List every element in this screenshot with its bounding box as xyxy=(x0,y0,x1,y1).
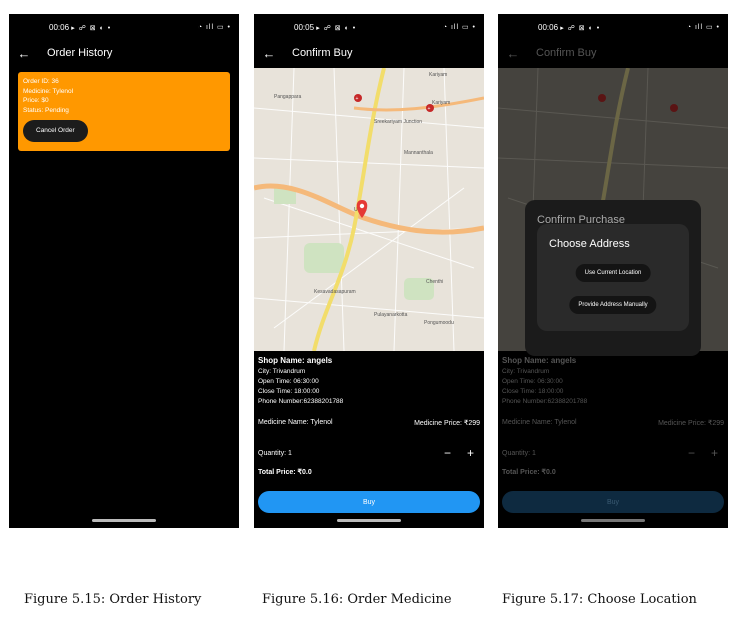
figure-caption: Figure 5.16: Order Medicine xyxy=(262,592,452,607)
shop-name: Shop Name: angels xyxy=(258,356,333,365)
medicine-row: Medicine Name: Tylenol Medicine Price: ₹… xyxy=(258,419,480,427)
svg-text:+: + xyxy=(356,96,359,102)
map-label: Pongumoodu xyxy=(424,320,454,326)
pharmacy-marker-icon: + xyxy=(426,104,434,112)
use-current-location-button[interactable]: Use Current Location xyxy=(575,264,651,282)
pharmacy-marker-icon xyxy=(670,104,678,112)
notification-icons: ▸ ☍ ⊠ ◐ • xyxy=(316,24,357,32)
choose-address-dialog: Choose Address Use Current Location Prov… xyxy=(537,224,689,331)
order-history-screen: 00:06 ▸ ☍ ⊠ ◐ • ◔ ıll ▭ • ← Order Histor… xyxy=(9,14,239,528)
minus-icon[interactable]: − xyxy=(444,446,451,460)
shop-phone: Phone Number:62388201788 xyxy=(502,398,588,405)
buy-button: Buy xyxy=(502,491,724,513)
figure-caption: Figure 5.15: Order History xyxy=(24,592,202,607)
quantity-stepper: − + xyxy=(444,446,474,460)
map-label: Kariyam xyxy=(429,72,447,78)
order-status: Status: Pending xyxy=(23,106,69,114)
quantity-label: Quantity: 1 xyxy=(502,449,536,457)
shop-open-time: Open Time: 06:30:00 xyxy=(502,378,563,385)
pharmacy-marker-icon: + xyxy=(354,94,362,102)
system-icons: ◔ ıll ▭ • xyxy=(197,24,231,31)
quantity-row: Quantity: 1 − + xyxy=(258,446,480,460)
map-view[interactable]: Kariyam Kariyam Sreekariyam Junction Pan… xyxy=(254,68,484,351)
provide-address-manually-button[interactable]: Provide Address Manually xyxy=(569,296,657,314)
quantity-stepper: − + xyxy=(688,446,718,460)
system-icons: ◔ ıll ▭ • xyxy=(442,24,476,31)
map-label: Pulayanarkotta xyxy=(374,312,408,318)
map-graphic: Kariyam Kariyam Sreekariyam Junction Pan… xyxy=(254,68,484,351)
figure-caption: Figure 5.17: Choose Location xyxy=(502,592,697,607)
confirm-buy-screen: 00:05 ▸ ☍ ⊠ ◐ • ◔ ıll ▭ • ← Confirm Buy xyxy=(254,14,484,528)
pharmacy-marker-icon xyxy=(598,94,606,102)
total-row: Total Price: ₹0.0 xyxy=(258,468,480,476)
shop-close-time: Close Time: 18:00:00 xyxy=(502,388,564,395)
back-arrow-icon: ← xyxy=(506,45,520,61)
status-time: 00:06 xyxy=(538,22,559,32)
quantity-row: Quantity: 1 − + xyxy=(502,446,724,460)
shop-close-time: Close Time: 18:00:00 xyxy=(258,388,320,395)
page-title: Confirm Buy xyxy=(292,47,353,59)
buy-button[interactable]: Buy xyxy=(258,491,480,513)
medicine-name: Medicine Name: Tylenol xyxy=(258,419,333,426)
shop-details: Shop Name: angels City: Trivandrum Open … xyxy=(258,356,480,407)
shop-phone: Phone Number:62388201788 xyxy=(258,398,344,405)
order-price: Price: $0 xyxy=(23,97,49,104)
order-medicine: Medicine: Tylenol xyxy=(23,87,74,95)
page-title: Confirm Buy xyxy=(536,47,597,59)
back-arrow-icon[interactable]: ← xyxy=(254,46,284,61)
notification-icons: ▸ ☍ ⊠ ◐ • xyxy=(71,24,112,32)
home-indicator[interactable] xyxy=(92,519,156,522)
page-title: Order History xyxy=(47,47,113,59)
shop-city: City: Trivandrum xyxy=(502,368,550,375)
quantity-label: Quantity: 1 xyxy=(258,449,292,457)
shop-details: Shop Name: angels City: Trivandrum Open … xyxy=(502,356,724,407)
home-indicator[interactable] xyxy=(337,519,401,522)
choose-location-screen: 00:06 ▸ ☍ ⊠ ◐ • ◔ ıll ▭ • ← Confirm Buy … xyxy=(498,14,728,528)
total-row: Total Price: ₹0.0 xyxy=(502,468,724,476)
status-time: 00:06 xyxy=(49,22,70,32)
status-bar: 00:06 ▸ ☍ ⊠ ◐ • ◔ ıll ▭ • xyxy=(9,14,239,40)
minus-icon: − xyxy=(687,446,695,460)
system-icons: ◔ ıll ▭ • xyxy=(686,24,720,31)
notification-icons: ▸ ☍ ⊠ ◐ • xyxy=(560,24,601,32)
cancel-order-button[interactable]: Cancel Order xyxy=(23,120,88,142)
map-label: Kariyam xyxy=(432,100,450,106)
medicine-row: Medicine Name: Tylenol Medicine Price: ₹… xyxy=(502,419,724,427)
order-card: Order ID: 36 Medicine: Tylenol Price: $0… xyxy=(18,72,230,151)
total-price: Total Price: ₹0.0 xyxy=(258,469,312,476)
app-bar: ← Confirm Buy xyxy=(254,40,484,66)
home-indicator[interactable] xyxy=(581,519,645,522)
map-label: Mannanthala xyxy=(404,150,433,156)
shop-name: Shop Name: angels xyxy=(502,356,577,365)
total-price: Total Price: ₹0.0 xyxy=(502,469,556,476)
map-label: Kesavadasapuram xyxy=(314,289,356,295)
medicine-name: Medicine Name: Tylenol xyxy=(502,419,577,426)
medicine-price: Medicine Price: ₹299 xyxy=(658,420,724,427)
shop-city: City: Trivandrum xyxy=(258,368,306,375)
plus-icon[interactable]: + xyxy=(467,446,474,460)
map-label: Chenthi xyxy=(426,279,443,285)
status-bar: 00:06 ▸ ☍ ⊠ ◐ • ◔ ıll ▭ • xyxy=(498,14,728,40)
shop-open-time: Open Time: 06:30:00 xyxy=(258,378,319,385)
plus-icon: + xyxy=(710,446,718,460)
dialog-title: Choose Address xyxy=(549,238,630,250)
map-label: Sreekariyam Junction xyxy=(374,119,422,125)
medicine-price: Medicine Price: ₹299 xyxy=(414,420,480,427)
back-arrow-icon[interactable]: ← xyxy=(9,46,39,61)
svg-text:+: + xyxy=(428,106,431,112)
status-time: 00:05 xyxy=(294,22,315,32)
app-bar: ← Order History xyxy=(9,40,239,66)
app-bar: ← Confirm Buy xyxy=(498,40,728,66)
order-id: Order ID: 36 xyxy=(23,78,59,85)
status-bar: 00:05 ▸ ☍ ⊠ ◐ • ◔ ıll ▭ • xyxy=(254,14,484,40)
map-label: Pangappara xyxy=(274,94,301,100)
